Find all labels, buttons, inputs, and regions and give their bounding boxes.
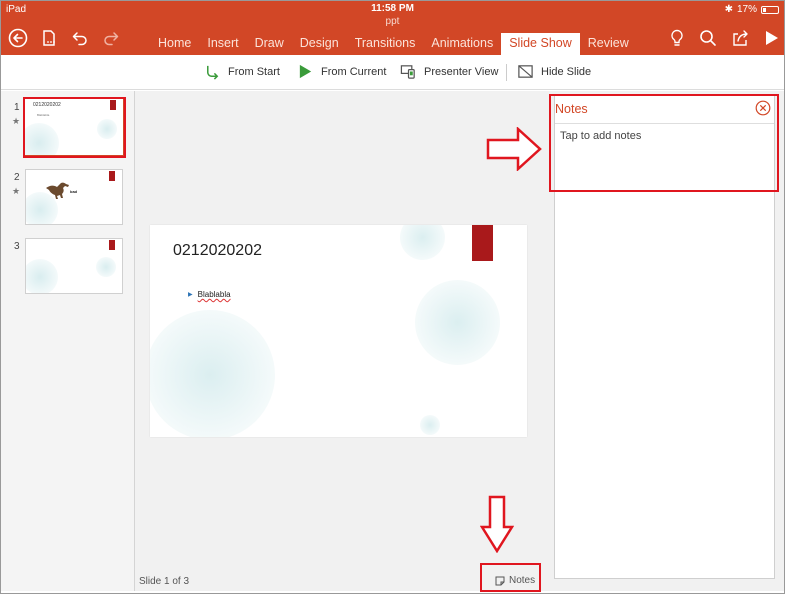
notes-toggle-label: Notes <box>509 575 536 586</box>
from-start-button[interactable]: From Start <box>204 63 280 80</box>
bluetooth-icon: ✱ <box>724 4 733 15</box>
thumbnail-number: 2 <box>14 172 20 183</box>
from-start-icon <box>207 65 219 80</box>
slide-editor-canvas[interactable]: 0212020202 ▶ Blablabla Slide 1 of 3 Note… <box>135 91 541 591</box>
close-icon[interactable] <box>755 100 771 116</box>
slide-thumbnails-panel: 1 ★ 0212020202 Blablabla 2 ★ bad 3 <box>0 91 135 591</box>
tab-animations[interactable]: Animations <box>423 33 501 55</box>
thumbnail-number: 1 <box>14 102 20 113</box>
status-indicators: ✱ 17% <box>725 4 779 15</box>
from-current-label: From Current <box>321 65 387 78</box>
decor-blob <box>26 259 58 293</box>
notes-title: Notes <box>555 102 588 116</box>
notes-container: Notes Tap to add notes <box>554 95 775 579</box>
star-icon: ★ <box>12 116 21 126</box>
play-icon[interactable] <box>760 27 782 49</box>
notes-toggle-button[interactable]: Notes <box>495 575 535 586</box>
thumbnail-bullet: Blablabla <box>37 113 50 117</box>
hide-slide-icon <box>518 65 533 78</box>
thumbnail-number: 3 <box>14 241 20 252</box>
tab-draw[interactable]: Draw <box>247 33 292 55</box>
app-toolbar: iPad 11:58 PM ppt ✱ 17% Home Insert Draw… <box>0 0 785 55</box>
from-start-label: From Start <box>228 65 280 78</box>
notes-header: Notes <box>555 96 774 124</box>
from-current-button[interactable]: From Current <box>297 63 386 80</box>
decor-blob <box>25 123 59 155</box>
tab-home[interactable]: Home <box>150 33 199 55</box>
tab-transitions[interactable]: Transitions <box>347 33 424 55</box>
slide-thumbnail-1[interactable]: 0212020202 Blablabla <box>23 97 125 157</box>
undo-icon[interactable] <box>69 27 91 49</box>
slide-thumbnail-3[interactable] <box>25 238 123 294</box>
slide-thumbnail-2[interactable]: bad <box>25 169 123 225</box>
ribbon-divider <box>506 64 507 81</box>
decor-blob <box>415 280 500 365</box>
document-title[interactable]: ppt <box>0 16 785 27</box>
decor-blob <box>420 415 440 435</box>
slide-title[interactable]: 0212020202 <box>173 242 262 260</box>
current-slide[interactable]: 0212020202 ▶ Blablabla <box>150 225 527 437</box>
share-icon[interactable] <box>729 27 751 49</box>
lightbulb-icon[interactable] <box>666 27 688 49</box>
decor-blob <box>97 119 117 139</box>
decor-blob <box>150 310 275 437</box>
decor-blob <box>400 225 445 260</box>
notes-icon <box>495 576 505 585</box>
dinosaur-image <box>46 182 69 199</box>
tab-design[interactable]: Design <box>292 33 347 55</box>
redo-icon[interactable] <box>100 27 122 49</box>
hide-slide-label: Hide Slide <box>541 65 592 78</box>
accent-bar <box>109 240 115 250</box>
decor-blob <box>96 257 116 277</box>
presenter-view-icon <box>400 65 415 79</box>
slide-counter: Slide 1 of 3 <box>139 576 190 587</box>
notes-input[interactable]: Tap to add notes <box>560 130 641 142</box>
accent-bar <box>109 171 115 181</box>
notes-panel: Notes Tap to add notes <box>541 91 785 591</box>
battery-icon <box>761 5 779 14</box>
tab-slide-show[interactable]: Slide Show <box>501 33 580 55</box>
thumbnail-title: 0212020202 <box>33 102 61 108</box>
slide-bullet[interactable]: ▶ Blablabla <box>188 290 231 299</box>
file-icon[interactable] <box>38 27 60 49</box>
presenter-view-button[interactable]: Presenter View <box>400 63 498 80</box>
back-arrow-icon[interactable] <box>7 27 29 49</box>
tab-insert[interactable]: Insert <box>199 33 246 55</box>
thumbnail-caption: bad <box>70 189 78 194</box>
star-icon: ★ <box>12 186 21 196</box>
hide-slide-button[interactable]: Hide Slide <box>517 63 591 80</box>
clock: 11:58 PM <box>371 3 414 14</box>
tab-review[interactable]: Review <box>580 33 637 55</box>
play-triangle-icon <box>299 64 312 79</box>
search-icon[interactable] <box>697 27 719 49</box>
slide-bullet-text: Blablabla <box>197 290 231 299</box>
slide-accent-bar <box>472 225 493 261</box>
presenter-view-label: Presenter View <box>424 65 499 78</box>
bullet-arrow-icon: ▶ <box>188 292 193 298</box>
slide-show-ribbon: From Start From Current Presenter View H… <box>0 55 785 90</box>
ribbon-tabs: Home Insert Draw Design Transitions Anim… <box>150 33 637 55</box>
battery-percent: 17% <box>736 4 757 15</box>
accent-bar <box>110 100 116 110</box>
